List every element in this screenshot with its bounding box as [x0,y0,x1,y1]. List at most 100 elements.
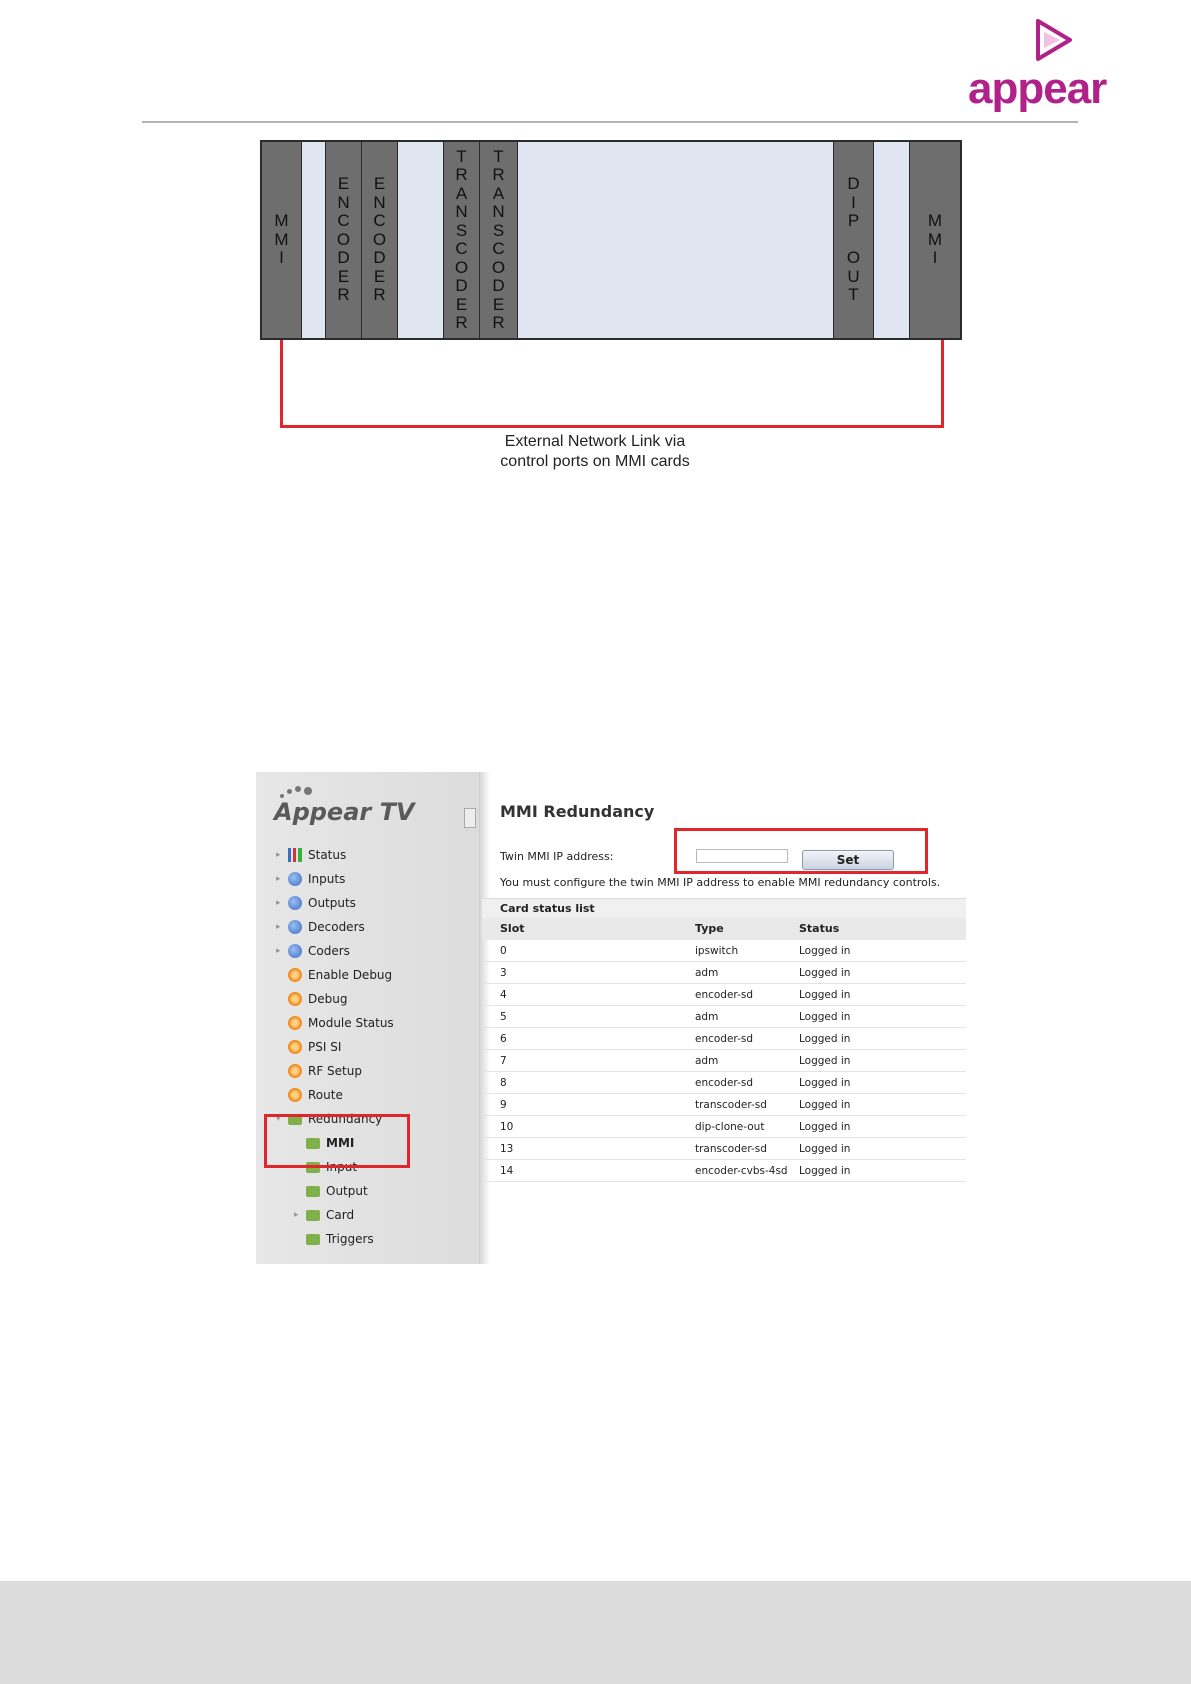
nav-item-label: PSI SI [308,1040,342,1054]
expand-arrow-icon[interactable]: ▸ [276,940,286,962]
gear-icon [288,968,302,982]
nav-item-inputs[interactable]: ▸ Inputs [276,868,476,890]
status-cell: Logged in [799,1143,851,1155]
page-title: MMI Redundancy [500,802,655,821]
chassis-diagram: MMI ENCODER ENCODER TRANSCODER TRANSCODER DIP… [260,140,962,340]
status-cell: Logged in [799,1165,851,1177]
table-row[interactable]: 14 encoder-cvbs-4sd Logged in [482,1160,966,1182]
nav-item-rf-setup[interactable]: RF Setup [276,1060,476,1082]
nav-item-triggers[interactable]: Triggers [294,1228,494,1250]
logo-dot-icon [287,789,292,794]
table-row[interactable]: 3 adm Logged in [482,962,966,984]
status-cell: Logged in [799,989,851,1001]
table-row[interactable]: 13 transcoder-sd Logged in [482,1138,966,1160]
link-caption: External Network Link via control ports … [440,432,750,472]
mmi-redundancy-screenshot: Appear TV ▸ Status ▸ Inputs ▸ Outputs ▸ Decoder… [256,772,966,1264]
type-cell: adm [695,1011,719,1023]
nav-item-label: RF Setup [308,1064,362,1078]
logo-wordmark: appear [968,64,1107,113]
slot-cell: 6 [500,1033,507,1045]
folder-icon [306,1186,320,1197]
play-mark-icon [1036,19,1072,61]
globe-icon [288,920,302,934]
chassis-slot: ENCODER [362,142,398,338]
table-row[interactable]: 0 ipswitch Logged in [482,940,966,962]
chassis-slot [398,142,444,338]
nav-item-route[interactable]: Route [276,1084,476,1106]
chassis-slot: ENCODER [326,142,362,338]
slot-cell: 5 [500,1011,507,1023]
expand-arrow-icon[interactable]: ▸ [276,892,286,914]
slot-label: ENCODER [336,174,351,305]
globe-icon [288,944,302,958]
column-header-type: Type [695,922,724,935]
nav-item-label: Triggers [326,1232,374,1246]
nav-item-label: Coders [308,944,350,958]
slot-cell: 9 [500,1099,507,1111]
table-row[interactable]: 7 adm Logged in [482,1050,966,1072]
table-row[interactable]: 6 encoder-sd Logged in [482,1028,966,1050]
chassis-slot [874,142,910,338]
nav-item-label: Debug [308,992,348,1006]
expand-arrow-icon[interactable]: ▸ [294,1204,304,1226]
slot-label: ENCODER [372,174,387,305]
table-row[interactable]: 4 encoder-sd Logged in [482,984,966,1006]
column-header-status: Status [799,922,840,935]
expand-arrow-icon[interactable]: ▸ [276,916,286,938]
gear-icon [288,1088,302,1102]
nav-item-enable-debug[interactable]: Enable Debug [276,964,476,986]
chassis-slot [518,142,834,338]
twin-ip-label: Twin MMI IP address: [500,850,614,863]
nav-item-output[interactable]: Output [294,1180,494,1202]
nav-item-debug[interactable]: Debug [276,988,476,1010]
highlight-box-ip [674,828,928,874]
table-row[interactable]: 10 dip-clone-out Logged in [482,1116,966,1138]
slot-cell: 14 [500,1165,514,1177]
column-header-slot: Slot [500,922,525,935]
nav-item-label: Output [326,1184,368,1198]
gear-icon [288,1040,302,1054]
nav-item-label: Outputs [308,896,356,910]
slot-label: TRANSCODER [454,146,469,332]
type-cell: encoder-cvbs-4sd [695,1165,788,1177]
nav-item-outputs[interactable]: ▸ Outputs [276,892,476,914]
nav-item-card[interactable]: ▸ Card [294,1204,494,1226]
footer-band [0,1581,1191,1684]
nav-item-decoders[interactable]: ▸ Decoders [276,916,476,938]
globe-icon [288,872,302,886]
chassis-slot: MMI [910,142,960,338]
expand-arrow-icon[interactable]: ▸ [276,868,286,890]
gear-icon [288,992,302,1006]
nav-item-status[interactable]: ▸ Status [276,844,476,866]
slot-label: MMI [927,211,943,268]
type-cell: encoder-sd [695,989,754,1001]
table-row[interactable]: 5 adm Logged in [482,1006,966,1028]
status-cell: Logged in [799,1099,851,1111]
header-divider [142,121,1078,123]
type-cell: adm [695,967,719,979]
external-network-link [280,340,944,428]
card-status-title: Card status list [482,898,966,918]
status-cell: Logged in [799,945,851,957]
nav-item-module-status[interactable]: Module Status [276,1012,476,1034]
nav-item-coders[interactable]: ▸ Coders [276,940,476,962]
nav-item-label: Module Status [308,1016,394,1030]
table-row[interactable]: 8 encoder-sd Logged in [482,1072,966,1094]
type-cell: encoder-sd [695,1077,754,1089]
nav-item-label: Card [326,1208,355,1222]
status-cell: Logged in [799,1055,851,1067]
chassis-slot: TRANSCODER [480,142,518,338]
expand-arrow-icon[interactable]: ▸ [276,844,286,866]
link-caption-line1: External Network Link via [504,433,686,450]
nav-item-psi-si[interactable]: PSI SI [276,1036,476,1058]
status-cell: Logged in [799,1011,851,1023]
gear-icon [288,1016,302,1030]
folder-icon [306,1234,320,1245]
sidebar-collapse-handle[interactable] [464,808,476,828]
slot-cell: 4 [500,989,507,1001]
highlight-box-nav [264,1114,410,1168]
table-row[interactable]: 9 transcoder-sd Logged in [482,1094,966,1116]
slot-cell: 10 [500,1121,514,1133]
nav-item-label: Decoders [308,920,365,934]
slot-label: MMI [274,211,289,268]
